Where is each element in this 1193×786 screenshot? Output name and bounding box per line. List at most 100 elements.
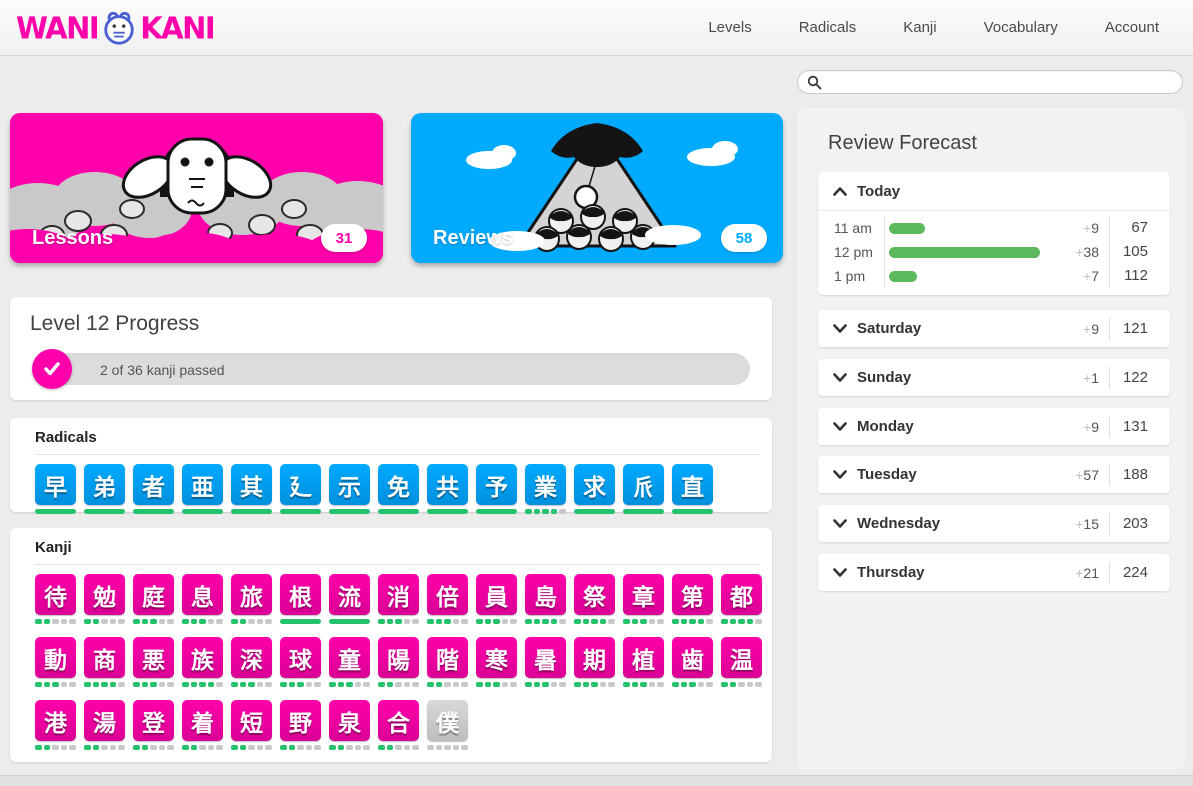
forecast-day-total: 122 <box>1109 367 1170 389</box>
subject-tile[interactable]: 免 <box>378 464 419 505</box>
subject-tile[interactable]: 員 <box>476 574 517 615</box>
subject-tile[interactable]: 動 <box>35 637 76 678</box>
subject-tile[interactable]: 直 <box>672 464 713 505</box>
subject-tile[interactable]: 暑 <box>525 637 566 678</box>
tile-character: 章 <box>632 578 655 612</box>
forecast-day-card[interactable]: Tuesday +57 188 <box>818 456 1170 493</box>
subject-tile[interactable]: 童 <box>329 637 370 678</box>
forecast-day-card[interactable]: Saturday +9 121 <box>818 310 1170 347</box>
tile-cell: 野 <box>280 700 321 750</box>
tile-character: 野 <box>289 704 312 738</box>
subject-tile[interactable]: 歯 <box>672 637 713 678</box>
subject-tile[interactable]: 勉 <box>84 574 125 615</box>
reviews-banner[interactable]: Reviews 58 <box>411 113 783 263</box>
forecast-day-card[interactable]: Monday +9 131 <box>818 408 1170 445</box>
tile-progress-bar <box>133 682 174 687</box>
subject-tile[interactable]: 港 <box>35 700 76 741</box>
subject-tile[interactable]: 庭 <box>133 574 174 615</box>
subject-tile[interactable]: 祭 <box>574 574 615 615</box>
tile-character: 球 <box>289 641 312 675</box>
subject-tile: 僕 <box>427 700 468 741</box>
forecast-day-total: 131 <box>1109 416 1170 438</box>
subject-tile[interactable]: 着 <box>182 700 223 741</box>
subject-tile[interactable]: 予 <box>476 464 517 505</box>
subject-tile[interactable]: 球 <box>280 637 321 678</box>
subject-tile[interactable]: 期 <box>574 637 615 678</box>
subject-tile[interactable]: 島 <box>525 574 566 615</box>
subject-tile[interactable]: 根 <box>280 574 321 615</box>
subject-tile[interactable]: 求 <box>574 464 615 505</box>
subject-tile[interactable]: 息 <box>182 574 223 615</box>
forecast-day-added: +1 <box>1083 370 1109 386</box>
subject-tile[interactable]: 階 <box>427 637 468 678</box>
tile-cell: 着 <box>182 700 223 750</box>
subject-tile[interactable]: 湯 <box>84 700 125 741</box>
search-bar[interactable] <box>797 70 1183 94</box>
forecast-day-card[interactable]: Wednesday +15 203 <box>818 505 1170 542</box>
tile-progress-bar <box>623 509 664 514</box>
subject-tile[interactable]: 商 <box>84 637 125 678</box>
subject-tile[interactable]: 族 <box>182 637 223 678</box>
subject-tile[interactable]: 𠂢 <box>623 464 664 505</box>
subject-tile[interactable]: 悪 <box>133 637 174 678</box>
progress-status-text: 2 of 36 kanji passed <box>100 362 225 378</box>
tile-cell: 章 <box>623 574 664 624</box>
subject-tile[interactable]: 植 <box>623 637 664 678</box>
forecast-day-card[interactable]: Sunday +1 122 <box>818 359 1170 396</box>
forecast-day-added: +9 <box>1083 419 1109 435</box>
forecast-today-header[interactable]: Today <box>818 172 1170 211</box>
subject-tile[interactable]: 旅 <box>231 574 272 615</box>
forecast-day-card[interactable]: Thursday +21 224 <box>818 554 1170 591</box>
subject-tile[interactable]: 合 <box>378 700 419 741</box>
subject-tile[interactable]: 第 <box>672 574 713 615</box>
tile-progress-bar <box>84 509 125 514</box>
search-input[interactable] <box>828 74 1173 91</box>
subject-tile[interactable]: 寒 <box>476 637 517 678</box>
lessons-banner[interactable]: Lessons 31 <box>10 113 383 263</box>
review-forecast-title: Review Forecast <box>828 132 977 155</box>
tile-progress-bar <box>427 682 468 687</box>
nav-item[interactable]: Kanji <box>903 19 936 36</box>
subject-tile[interactable]: 廴 <box>280 464 321 505</box>
subject-tile[interactable]: 短 <box>231 700 272 741</box>
subject-tile[interactable]: 陽 <box>378 637 419 678</box>
subject-tile[interactable]: 消 <box>378 574 419 615</box>
subject-tile[interactable]: 其 <box>231 464 272 505</box>
subject-tile[interactable]: 章 <box>623 574 664 615</box>
tile-cell: 免 <box>378 464 419 514</box>
tile-progress-bar <box>182 682 223 687</box>
forecast-day-added: +57 <box>1075 467 1109 483</box>
subject-tile[interactable]: 深 <box>231 637 272 678</box>
subject-tile[interactable]: 共 <box>427 464 468 505</box>
subject-tile[interactable]: 業 <box>525 464 566 505</box>
logo-text-kani: KANI <box>140 10 214 46</box>
subject-tile[interactable]: 登 <box>133 700 174 741</box>
forecast-bar-zone <box>884 240 1040 264</box>
nav-item[interactable]: Account <box>1105 19 1159 36</box>
nav-item[interactable]: Vocabulary <box>984 19 1058 36</box>
nav-item[interactable]: Levels <box>708 19 751 36</box>
tile-cell: 寒 <box>476 637 517 687</box>
wanikani-logo[interactable]: WANI KANI <box>16 9 214 47</box>
tile-progress-bar <box>476 509 517 514</box>
subject-tile[interactable]: 示 <box>329 464 370 505</box>
subject-tile[interactable]: 待 <box>35 574 76 615</box>
nav-item[interactable]: Radicals <box>799 19 857 36</box>
tile-character: 港 <box>44 704 67 738</box>
subject-tile[interactable]: 倍 <box>427 574 468 615</box>
subject-tile[interactable]: 者 <box>133 464 174 505</box>
tile-character: 庭 <box>142 578 165 612</box>
subject-tile[interactable]: 早 <box>35 464 76 505</box>
subject-tile[interactable]: 弟 <box>84 464 125 505</box>
tile-progress-bar <box>133 745 174 750</box>
tile-progress-bar <box>378 509 419 514</box>
tile-character: 温 <box>730 641 753 675</box>
subject-tile[interactable]: 野 <box>280 700 321 741</box>
subject-tile[interactable]: 流 <box>329 574 370 615</box>
forecast-day-total: 203 <box>1109 513 1170 535</box>
main-nav: Levels Radicals Kanji Vocabulary Account <box>708 19 1159 36</box>
subject-tile[interactable]: 亜 <box>182 464 223 505</box>
subject-tile[interactable]: 泉 <box>329 700 370 741</box>
subject-tile[interactable]: 都 <box>721 574 762 615</box>
subject-tile[interactable]: 温 <box>721 637 762 678</box>
